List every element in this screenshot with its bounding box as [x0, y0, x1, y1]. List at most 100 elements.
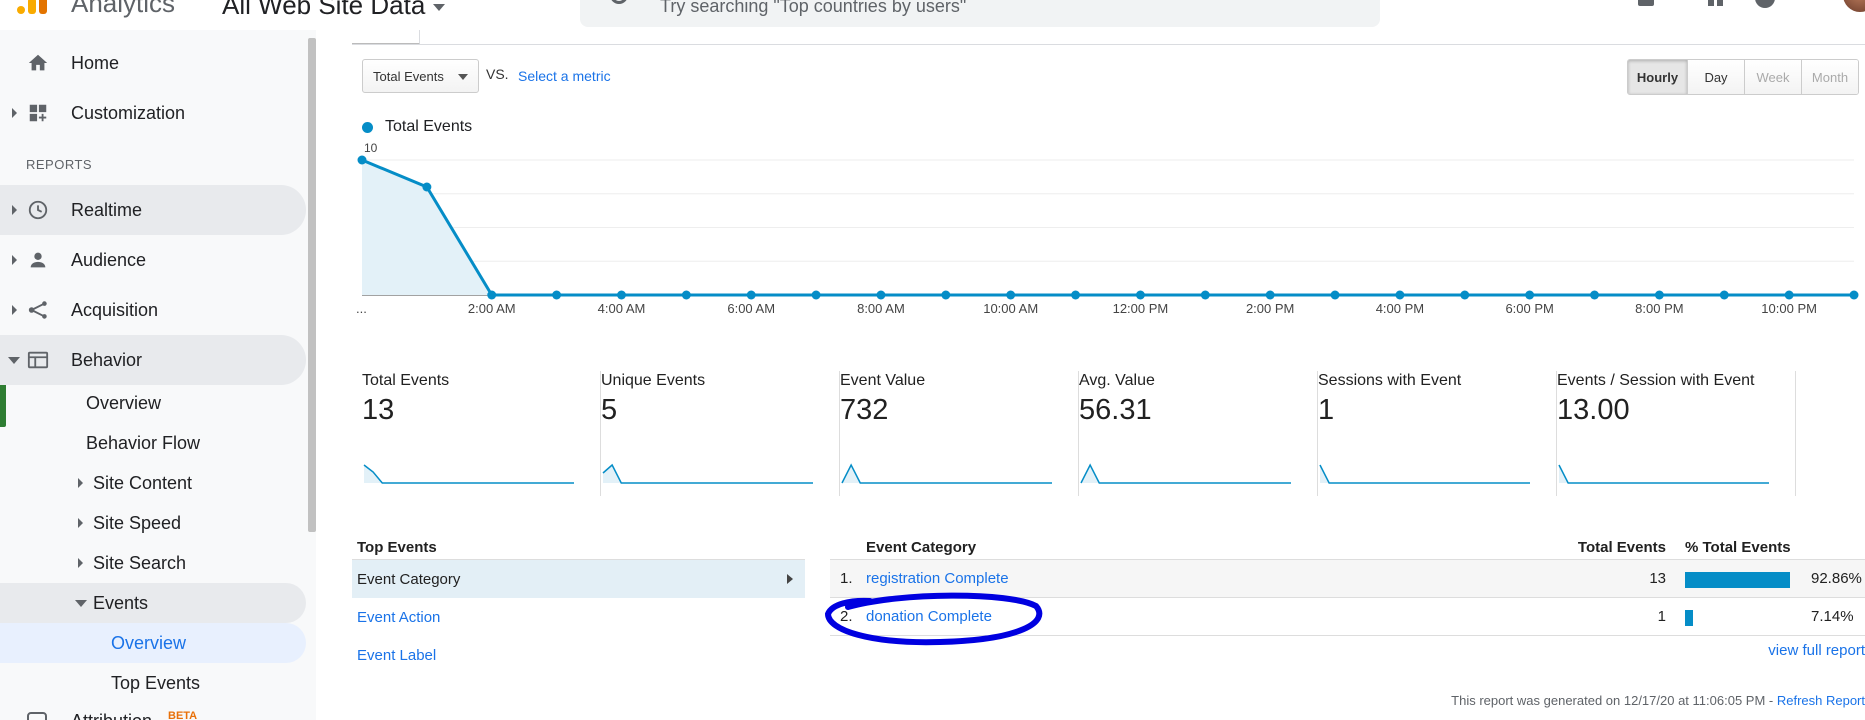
sidebar-item-top-events[interactable]: Top Events: [0, 663, 306, 703]
data-point: [1654, 290, 1664, 300]
data-point: [1849, 290, 1859, 300]
sidebar-item-audience[interactable]: Audience: [0, 235, 306, 285]
column-header-total-events[interactable]: Total Events: [1578, 539, 1666, 556]
granularity-month-button[interactable]: Month: [1801, 60, 1858, 94]
x-tick-label: 6:00 AM: [727, 301, 775, 316]
chevron-down-icon: [458, 74, 468, 80]
scorecard-label: Avg. Value: [1079, 372, 1155, 389]
granularity-day-button[interactable]: Day: [1687, 60, 1744, 94]
top-events-row-event-action[interactable]: Event Action: [352, 598, 805, 636]
chevron-down-icon: [75, 599, 87, 607]
x-tick-label: 8:00 AM: [857, 301, 905, 316]
sidebar-item-customization[interactable]: Customization: [0, 88, 306, 138]
x-tick-label: 8:00 PM: [1635, 301, 1683, 316]
sidebar-item-label: Customization: [71, 102, 186, 123]
total-events-value: 1: [1657, 608, 1666, 625]
sparkline: [602, 463, 813, 484]
granularity-hourly-button[interactable]: Hourly: [1628, 60, 1687, 94]
sidebar-item-attribution[interactable]: Attribution: [71, 711, 152, 720]
percentage-value: 7.14%: [1811, 608, 1854, 625]
data-point: [681, 290, 691, 300]
data-point: [1330, 290, 1340, 300]
sidebar-item-events[interactable]: Events: [0, 583, 306, 623]
chevron-down-icon: [433, 3, 446, 11]
sparkline-line: [363, 464, 574, 484]
data-point: [1525, 290, 1535, 300]
granularity-toggle: Hourly Day Week Month: [1627, 59, 1859, 95]
sidebar-item-behavior-flow[interactable]: Behavior Flow: [0, 423, 306, 463]
sidebar-item-site-speed[interactable]: Site Speed: [0, 503, 306, 543]
x-tick-label: 4:00 AM: [598, 301, 646, 316]
sparkline-area: [1559, 465, 1769, 483]
scorecard: Avg. Value 56.31: [1079, 371, 1318, 496]
event-category-link[interactable]: donation Complete: [866, 608, 992, 625]
apps-icon[interactable]: [1705, 0, 1729, 8]
sidebar-item-label: Behavior: [71, 349, 143, 370]
select-metric-link[interactable]: Select a metric: [518, 68, 611, 84]
percentage-value: 92.86%: [1811, 570, 1862, 587]
sidebar-item-events-overview[interactable]: Overview: [0, 623, 306, 663]
sidebar-item-home[interactable]: Home: [0, 38, 306, 88]
event-category-link[interactable]: registration Complete: [866, 570, 1009, 587]
scorecard-label: Sessions with Event: [1318, 372, 1462, 389]
tab-explorer[interactable]: [352, 30, 420, 45]
help-icon[interactable]: [1753, 0, 1777, 8]
notifications-icon[interactable]: [1635, 0, 1659, 8]
scorecard: Event Value 732: [840, 371, 1079, 496]
row-number: 1.: [840, 570, 853, 587]
chart-legend: Total Events: [362, 118, 472, 136]
data-point: [876, 290, 886, 300]
sidebar-item-acquisition[interactable]: Acquisition: [0, 285, 306, 335]
sidebar-item-behavior-overview[interactable]: Overview: [0, 383, 306, 423]
data-point: [1460, 290, 1470, 300]
top-events-row-event-category[interactable]: Event Category: [352, 560, 805, 598]
top-bar: Analytics All Web Site Data Try searchin…: [0, 0, 1865, 30]
top-events-panel: Top Events Event Category Event Action E…: [352, 530, 805, 674]
refresh-report-link[interactable]: Refresh Report: [1777, 693, 1865, 708]
data-point: [487, 290, 497, 300]
granularity-week-button[interactable]: Week: [1744, 60, 1801, 94]
x-tick-label: 2:00 PM: [1246, 301, 1294, 316]
legend-dot-icon: [362, 121, 373, 133]
column-header-event-category[interactable]: Event Category: [866, 539, 976, 556]
behavior-icon: [27, 351, 49, 369]
avatar[interactable]: [1843, 0, 1865, 12]
chevron-right-icon: [78, 558, 83, 568]
sidebar: Home Customization REPORTS Realtime Audi…: [0, 30, 316, 720]
view-full-report-link[interactable]: view full report: [1768, 642, 1865, 659]
data-point: [357, 155, 367, 165]
scorecard-value: 732: [840, 394, 889, 426]
property-selector[interactable]: All Web Site Data: [222, 0, 446, 21]
person-icon: [30, 252, 46, 268]
chevron-right-icon: [12, 305, 17, 315]
sidebar-item-label: Audience: [71, 249, 147, 270]
sidebar-item-label: Realtime: [71, 199, 143, 220]
chevron-right-icon: [78, 518, 83, 528]
report-generated-note: This report was generated on 12/17/20 at…: [1451, 693, 1865, 708]
sidebar-item-realtime[interactable]: Realtime: [0, 185, 306, 235]
sparkline-line: [1558, 464, 1769, 484]
scorecard-value: 56.31: [1079, 394, 1152, 426]
sparkline-area: [1320, 465, 1530, 483]
x-tick-label: 10:00 AM: [983, 301, 1038, 316]
sidebar-item-label: Top Events: [111, 672, 201, 693]
column-header-pct-total-events[interactable]: % Total Events: [1685, 539, 1791, 556]
chevron-right-icon: [787, 574, 793, 584]
search-bar[interactable]: Try searching "Top countries by users": [580, 0, 1380, 27]
sidebar-item-site-search[interactable]: Site Search: [0, 543, 306, 583]
chevron-right-icon: [78, 478, 83, 488]
top-events-row-label: Event Label: [357, 646, 437, 664]
sidebar-item-label: Overview: [111, 632, 187, 653]
metric-dropdown[interactable]: Total Events: [362, 59, 479, 93]
chevron-right-icon: [12, 205, 17, 215]
scorecard-value: 5: [601, 394, 618, 426]
sidebar-scrollbar[interactable]: [308, 38, 316, 532]
more-options-icon[interactable]: [1803, 0, 1827, 8]
analytics-logo-icon[interactable]: [17, 0, 47, 14]
home-icon: [28, 54, 48, 71]
sidebar-item-behavior[interactable]: Behavior: [0, 335, 306, 385]
top-events-row-event-label[interactable]: Event Label: [352, 636, 805, 674]
sidebar-item-label: Behavior Flow: [86, 432, 201, 453]
sidebar-item-site-content[interactable]: Site Content: [0, 463, 306, 503]
top-events-title: Top Events: [352, 530, 805, 560]
